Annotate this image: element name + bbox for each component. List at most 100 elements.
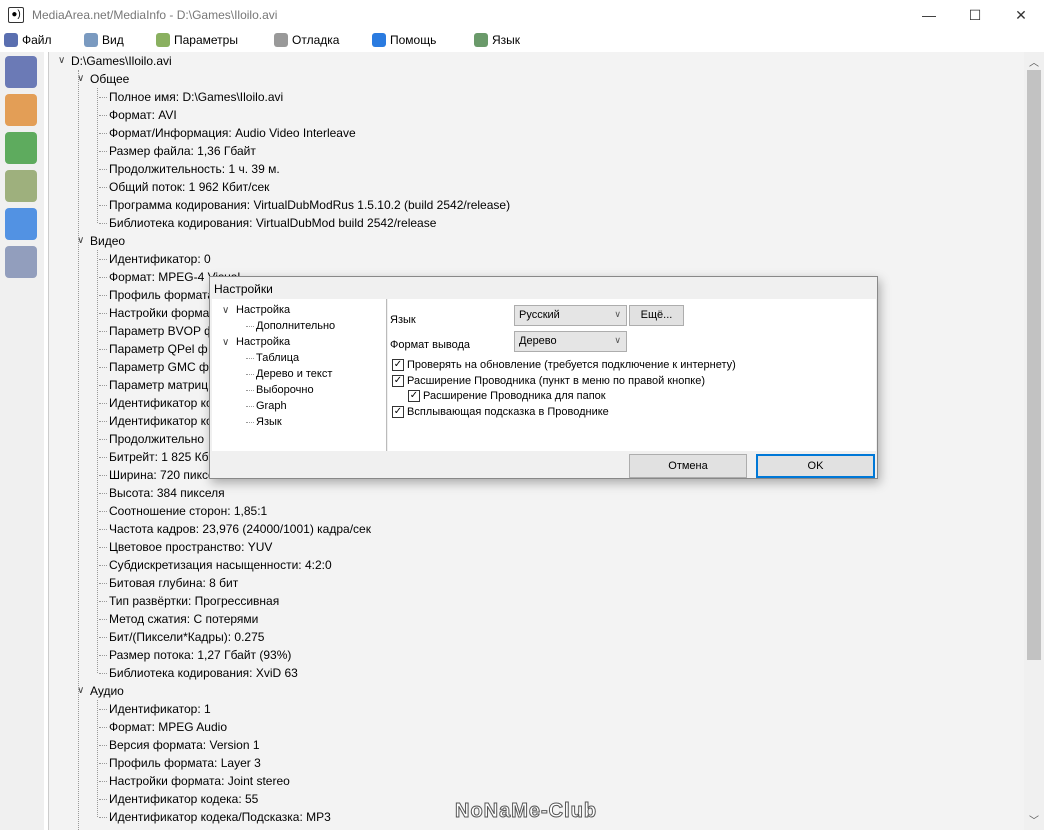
tree-connector xyxy=(99,511,107,512)
checkbox-3[interactable]: ✓ Всплывающая подсказка в Проводнике xyxy=(392,406,609,418)
tree-item[interactable]: Идентификатор кодека: 55 xyxy=(109,790,258,808)
tree-section[interactable]: Видео xyxy=(90,232,125,250)
watermark: NoNaMe-Club xyxy=(454,800,598,823)
tree-root[interactable]: D:\Games\Iloilo.avi xyxy=(71,52,172,70)
tree-item[interactable]: Параметр BVOP ф xyxy=(109,322,214,340)
tree-connector xyxy=(99,439,107,440)
tree-item[interactable]: Профиль формата: Layer 3 xyxy=(109,754,261,772)
tree-item[interactable]: Идентификатор ко xyxy=(109,412,213,430)
more-languages-button[interactable]: Ещё... xyxy=(629,305,684,326)
tree-item[interactable]: Версия формата: Version 1 xyxy=(109,736,260,754)
tree-item[interactable]: Библиотека кодирования: VirtualDubMod bu… xyxy=(109,214,436,232)
tree-item[interactable]: Настройки формата: Joint stereo xyxy=(109,772,290,790)
tree-item[interactable]: Настройки формата xyxy=(109,304,221,322)
language-select[interactable]: Русский ∨ xyxy=(514,305,627,326)
chevron-down-icon[interactable]: ∨ xyxy=(222,305,229,316)
tree-item[interactable]: Формат/Информация: Audio Video Interleav… xyxy=(109,124,356,142)
menu-2[interactable]: Параметры xyxy=(156,33,238,47)
tree-item[interactable]: Бит/(Пиксели*Кадры): 0.275 xyxy=(109,628,264,646)
tree-connector xyxy=(99,709,107,710)
tree-connector xyxy=(99,637,107,638)
scrollbar-thumb[interactable] xyxy=(1027,70,1041,660)
settings-nav-tree[interactable]: ∨ Настройка Дополнительно ∨ Настройка Таблица… xyxy=(212,299,387,451)
tree-section[interactable]: Аудио xyxy=(90,682,124,700)
tree-item[interactable]: Частота кадров: 23,976 (24000/1001) кадр… xyxy=(109,520,371,538)
tree-item[interactable]: Идентификатор ко xyxy=(109,394,213,412)
tree-section[interactable]: Общее xyxy=(90,70,129,88)
window-title: MediaArea.net/MediaInfo - D:\Games\Iloil… xyxy=(32,8,278,22)
checkbox-icon[interactable]: ✓ xyxy=(408,390,420,402)
tree-item[interactable]: Идентификатор кодека/Подсказка: MP3 xyxy=(109,808,331,826)
tree-guide xyxy=(97,250,98,673)
tree-item[interactable]: Продолжительно xyxy=(109,430,204,448)
tree-item[interactable]: Высота: 384 пикселя xyxy=(109,484,225,502)
nav-subitem[interactable]: Graph xyxy=(256,398,287,414)
checkbox-icon[interactable]: ✓ xyxy=(392,406,404,418)
tree-connector xyxy=(99,727,107,728)
vertical-scrollbar[interactable]: ︿ ﹀ xyxy=(1024,52,1044,830)
tree-item[interactable]: Формат: AVI xyxy=(109,106,177,124)
nav-subitem[interactable]: Дополнительно xyxy=(256,318,335,334)
tree-item[interactable]: Идентификатор: 1 xyxy=(109,700,211,718)
tree-item[interactable]: Параметр QPel ф xyxy=(109,340,208,358)
checkbox-0[interactable]: ✓ Проверять на обновление (требуется подк… xyxy=(392,359,736,371)
tree-item[interactable]: Параметр GMC ф xyxy=(109,358,209,376)
nav-subitem[interactable]: Дерево и текст xyxy=(256,366,332,382)
tree-item[interactable]: Формат: MPEG Audio xyxy=(109,718,227,736)
tree-item[interactable]: Цветовое пространство: YUV xyxy=(109,538,272,556)
tree-item[interactable]: Профиль формата xyxy=(109,286,214,304)
tree-item[interactable]: Тип развёртки: Прогрессивная xyxy=(109,592,279,610)
nav-item[interactable]: Настройка xyxy=(236,334,290,350)
cancel-button[interactable]: Отмена xyxy=(629,454,747,478)
output-format-select[interactable]: Дерево ∨ xyxy=(514,331,627,352)
menu-3[interactable]: Отладка xyxy=(274,33,339,47)
tree-item[interactable]: Метод сжатия: С потерями xyxy=(109,610,258,628)
checkbox-icon[interactable]: ✓ xyxy=(392,359,404,371)
tree-item[interactable]: Идентификатор: 0 xyxy=(109,250,211,268)
menu-1[interactable]: Вид xyxy=(84,33,124,47)
tree-item[interactable]: Размер файла: 1,36 Гбайт xyxy=(109,142,256,160)
nav-subitem[interactable]: Язык xyxy=(256,414,282,430)
tree-connector xyxy=(99,421,107,422)
output-format-value: Дерево xyxy=(519,335,557,347)
menu-0[interactable]: Файл xyxy=(4,33,52,47)
open-file-icon[interactable] xyxy=(5,56,37,88)
tree-item[interactable]: Субдискретизация насыщенности: 4:2:0 xyxy=(109,556,332,574)
tree-item[interactable]: Библиотека кодирования: XviD 63 xyxy=(109,664,298,682)
menu-4[interactable]: Помощь xyxy=(372,33,436,47)
tree-connector xyxy=(99,349,107,350)
chevron-down-icon[interactable]: ∨ xyxy=(58,55,65,66)
tree-item[interactable]: Общий поток: 1 962 Кбит/сек xyxy=(109,178,269,196)
tree-item[interactable]: Полное имя: D:\Games\Iloilo.avi xyxy=(109,88,283,106)
tree-item[interactable]: Параметр матриц xyxy=(109,376,208,394)
checkbox-1[interactable]: ✓ Расширение Проводника (пункт в меню по … xyxy=(392,375,705,387)
checkbox-icon[interactable]: ✓ xyxy=(392,375,404,387)
tree-connector xyxy=(99,97,107,98)
tree-item[interactable]: Соотношение сторон: 1,85:1 xyxy=(109,502,267,520)
scroll-down-icon[interactable]: ﹀ xyxy=(1024,812,1044,827)
preferences-icon[interactable] xyxy=(5,170,37,202)
tree-item[interactable]: Программа кодирования: VirtualDubModRus … xyxy=(109,196,510,214)
nav-subitem[interactable]: Таблица xyxy=(256,350,299,366)
open-folder-icon[interactable] xyxy=(5,94,37,126)
close-button[interactable]: ✕ xyxy=(998,0,1044,30)
ok-button[interactable]: OK xyxy=(756,454,875,478)
chevron-down-icon[interactable]: ∨ xyxy=(222,337,229,348)
tree-item[interactable]: Размер потока: 1,27 Гбайт (93%) xyxy=(109,646,291,664)
menu-5[interactable]: Язык xyxy=(474,33,520,47)
tree-connector xyxy=(99,673,107,674)
tree-item[interactable]: Продолжительность: 1 ч. 39 м. xyxy=(109,160,280,178)
tree-view-icon[interactable] xyxy=(5,246,37,278)
nav-subitem[interactable]: Выборочно xyxy=(256,382,314,398)
maximize-button[interactable]: ☐ xyxy=(952,0,998,30)
minimize-button[interactable]: — xyxy=(906,0,952,30)
nav-item[interactable]: Настройка xyxy=(236,302,290,318)
menu-label: Файл xyxy=(22,33,52,47)
scroll-up-icon[interactable]: ︿ xyxy=(1024,54,1044,69)
settings-panel: Язык Русский ∨ Ещё... Формат вывода Дерев… xyxy=(388,299,876,451)
tree-item[interactable]: Битовая глубина: 8 бит xyxy=(109,574,238,592)
checkbox-2[interactable]: ✓ Расширение Проводника для папок xyxy=(408,390,606,402)
export-icon[interactable] xyxy=(5,132,37,164)
view-menu-icon xyxy=(84,33,98,47)
about-icon[interactable] xyxy=(5,208,37,240)
